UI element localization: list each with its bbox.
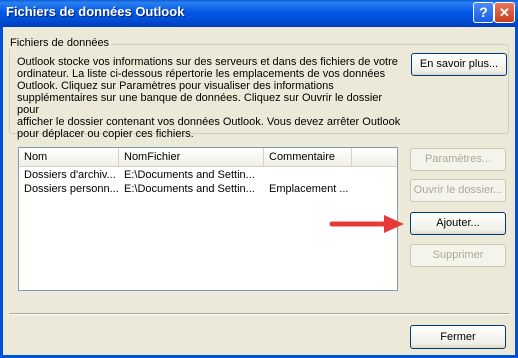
annotation-arrow — [329, 215, 404, 233]
open-folder-button[interactable]: Ouvrir le dossier... — [410, 179, 506, 202]
group-label: Fichiers de données — [8, 37, 112, 49]
description-line: afficher le dossier contenant vos donnée… — [17, 116, 401, 128]
description-text: Outlook stocke vos informations sur des … — [17, 56, 402, 140]
table-row[interactable]: Dossiers personn... E:\Documents and Set… — [19, 182, 397, 196]
cell-filename: E:\Documents and Settin... — [124, 169, 255, 181]
cell-filename: E:\Documents and Settin... — [124, 183, 255, 195]
arrow-head — [384, 215, 404, 233]
list-header: Nom NomFichier Commentaire — [19, 148, 397, 167]
separator — [9, 313, 509, 315]
settings-button[interactable]: Paramètres... — [410, 148, 506, 171]
title-bar[interactable]: Fichiers de données Outlook ? ✕ — [0, 0, 518, 27]
cell-name: Dossiers personn... — [24, 183, 119, 195]
description-line: supplémentaires sur une banque de donnée… — [17, 92, 383, 116]
close-button[interactable]: Fermer — [410, 325, 506, 349]
add-button[interactable]: Ajouter... — [410, 212, 506, 235]
remove-button[interactable]: Supprimer — [410, 244, 506, 267]
description-line: ordinateur. La liste ci-dessous répertor… — [17, 68, 386, 80]
close-window-button[interactable]: ✕ — [494, 2, 515, 23]
close-icon: ✕ — [499, 5, 510, 20]
cell-name: Dossiers d'archiv... — [24, 169, 116, 181]
column-header-filler — [352, 148, 397, 166]
help-button[interactable]: ? — [473, 2, 494, 23]
description-line: Outlook. Cliquez sur Paramètres pour vis… — [17, 80, 334, 92]
cell-comment: Emplacement ... — [269, 183, 349, 195]
column-header-comment[interactable]: Commentaire — [264, 148, 352, 166]
learn-more-button[interactable]: En savoir plus... — [411, 53, 507, 76]
table-row[interactable]: Dossiers d'archiv... E:\Documents and Se… — [19, 168, 397, 182]
description-line: Outlook stocke vos informations sur des … — [17, 56, 398, 68]
help-icon: ? — [479, 4, 488, 20]
column-header-filename[interactable]: NomFichier — [119, 148, 264, 166]
description-line: pour déplacer ou copier ces fichiers. — [17, 128, 194, 140]
window-title: Fichiers de données Outlook — [6, 4, 185, 19]
column-header-name[interactable]: Nom — [19, 148, 119, 166]
